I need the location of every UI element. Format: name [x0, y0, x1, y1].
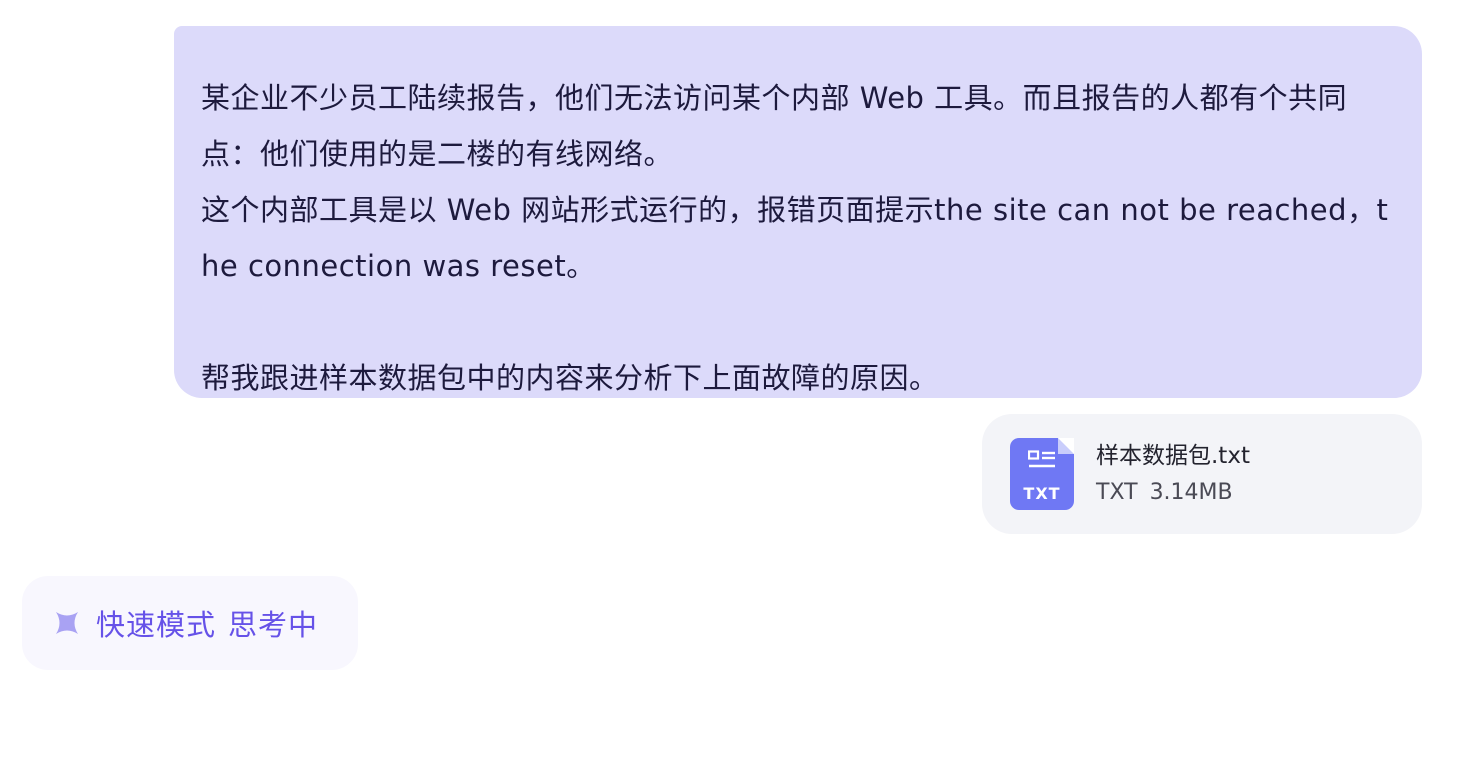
user-message-bubble: 某企业不少员工陆续报告，他们无法访问某个内部 Web 工具。而且报告的人都有个共…: [174, 26, 1422, 398]
thinking-label: 思考中: [228, 608, 319, 642]
file-icon-label: TXT: [1023, 484, 1061, 503]
status-text: 快速模式 思考中: [96, 602, 318, 644]
txt-file-icon: TXT: [1010, 438, 1074, 510]
message-paragraph: 某企业不少员工陆续报告，他们无法访问某个内部 Web 工具。而且报告的人都有个共…: [201, 81, 1348, 171]
chat-page: 某企业不少员工陆续报告，他们无法访问某个内部 Web 工具。而且报告的人都有个共…: [0, 0, 1460, 764]
mode-label: 快速模式: [96, 608, 217, 642]
document-lines-icon: [1028, 450, 1055, 468]
file-type: TXT: [1096, 480, 1138, 505]
message-paragraph: 帮我跟进样本数据包中的内容来分析下上面故障的原因。: [201, 361, 939, 395]
sparkle-icon: [56, 612, 78, 634]
attachment-card[interactable]: TXT 样本数据包.txt TXT 3.14MB: [982, 414, 1422, 534]
message-paragraph: 这个内部工具是以 Web 网站形式运行的，报错页面提示the site can …: [201, 193, 1389, 283]
file-size: 3.14MB: [1149, 480, 1233, 505]
file-meta: TXT 3.14MB: [1096, 480, 1233, 505]
file-name: 样本数据包.txt: [1096, 443, 1250, 469]
thinking-status: 快速模式 思考中: [22, 576, 358, 670]
